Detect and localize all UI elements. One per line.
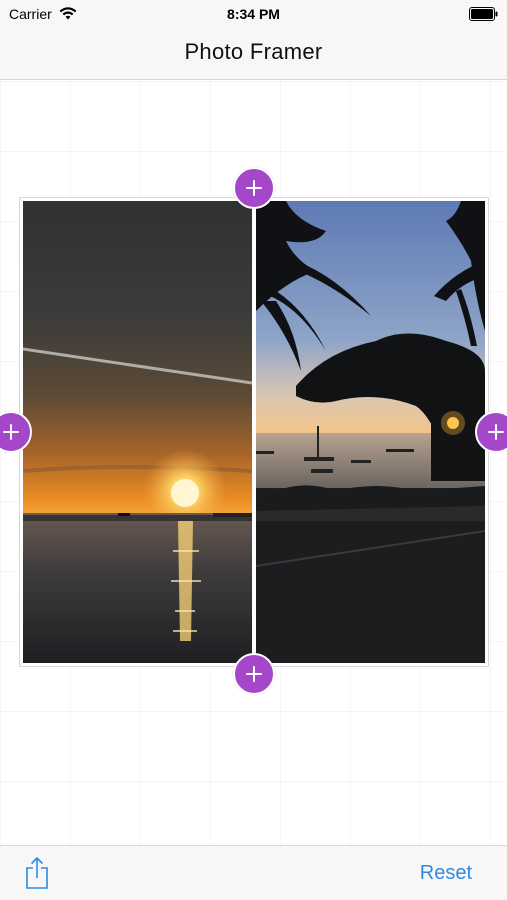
plus-icon <box>246 666 262 682</box>
bottom-toolbar: Reset <box>0 845 507 900</box>
plus-icon <box>488 424 504 440</box>
battery-icon <box>469 7 498 21</box>
clock-time: 8:34 PM <box>227 6 280 22</box>
status-bar: Carrier 8:34 PM <box>0 0 507 28</box>
add-top-button[interactable] <box>233 167 275 209</box>
palm-tree-beach-silhouette-photo[interactable] <box>256 201 485 663</box>
reset-button[interactable]: Reset <box>420 862 472 885</box>
navigation-bar: Photo Framer <box>0 28 507 80</box>
plus-icon <box>246 180 262 196</box>
plus-icon <box>3 424 19 440</box>
page-title: Photo Framer <box>184 39 323 64</box>
share-icon[interactable] <box>24 856 50 890</box>
sunset-over-sea-photo[interactable] <box>23 201 252 663</box>
add-bottom-button[interactable] <box>233 653 275 695</box>
